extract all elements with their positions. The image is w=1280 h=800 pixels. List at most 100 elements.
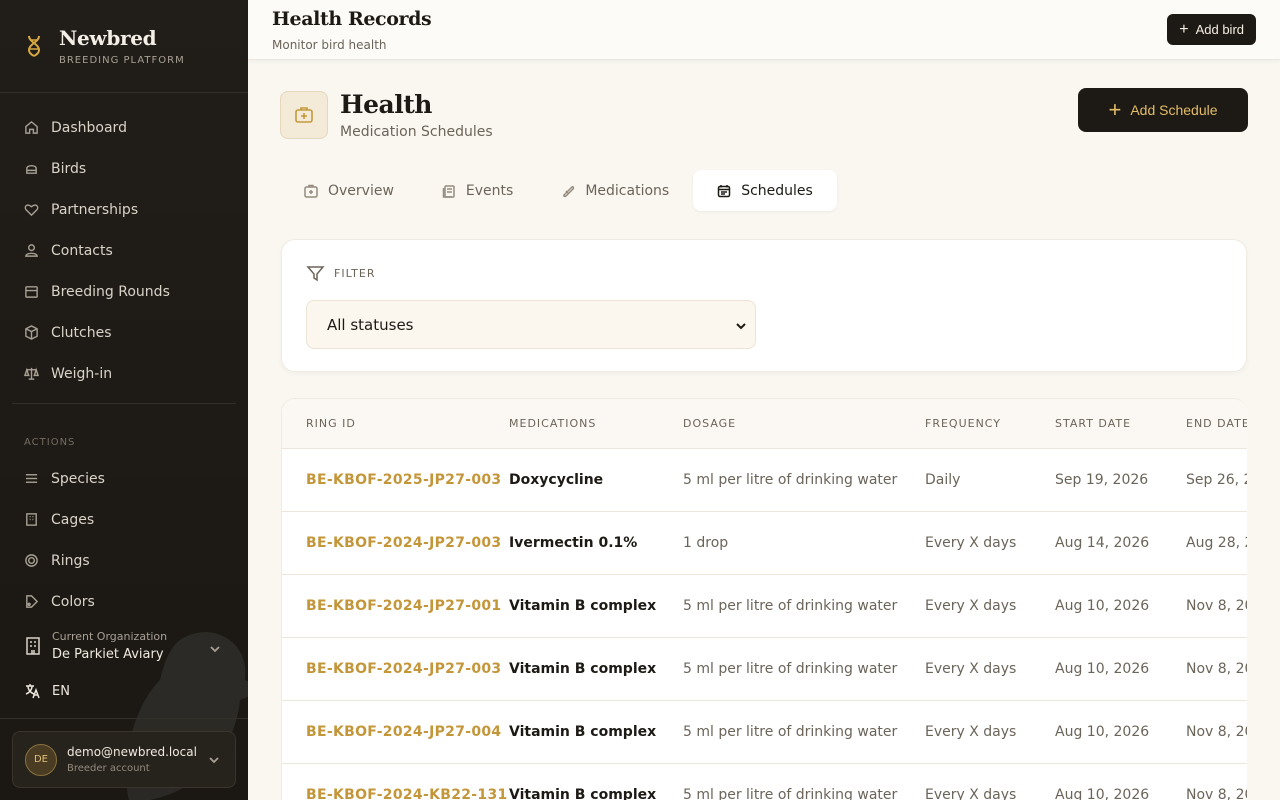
- dosage-cell: 5 ml per litre of drinking water: [683, 763, 925, 800]
- language-label: EN: [52, 683, 70, 699]
- sidebar-item-partnerships[interactable]: Partnerships: [0, 189, 248, 230]
- brand[interactable]: Newbred BREEDING PLATFORM: [0, 0, 248, 93]
- ring-icon: [25, 554, 38, 567]
- end-date-cell: Nov 8, 2026: [1186, 637, 1247, 701]
- language-switcher[interactable]: EN: [24, 682, 70, 700]
- column-header-start-date[interactable]: START DATE: [1055, 399, 1186, 449]
- add-schedule-button[interactable]: + Add Schedule: [1078, 88, 1248, 132]
- actions-section-label: ACTIONS: [24, 437, 76, 448]
- filter-card: FILTER All statuses: [281, 239, 1247, 372]
- frequency-cell: Every X days: [925, 763, 1055, 800]
- medication-cell: Vitamin B complex: [509, 700, 683, 764]
- chevron-down-icon: [209, 757, 219, 764]
- contacts-icon: [25, 244, 38, 257]
- sidebar-item-weigh-in[interactable]: Weigh-in: [0, 353, 248, 394]
- page-subtitle: Medication Schedules: [340, 124, 493, 140]
- medkit-icon: [280, 91, 328, 139]
- home-icon: [25, 120, 38, 134]
- medkit-glyph-icon: [295, 107, 313, 123]
- ring-id-link[interactable]: BE-KBOF-2024-JP27-001: [282, 574, 509, 638]
- clipboard-icon: [442, 184, 455, 198]
- sidebar: Newbred BREEDING PLATFORM Dashboard Bird…: [0, 0, 248, 800]
- sidebar-item-label: Partnerships: [51, 201, 139, 218]
- ring-id-link[interactable]: BE-KBOF-2024-JP27-003: [282, 511, 509, 575]
- table-row[interactable]: BE-KBOF-2024-JP27-003 Ivermectin 0.1% 1 …: [282, 511, 1247, 575]
- medication-cell: Doxycycline: [509, 448, 683, 512]
- tab-events[interactable]: Events: [418, 170, 537, 211]
- sidebar-item-contacts[interactable]: Contacts: [0, 230, 248, 271]
- medkit-icon: [304, 184, 318, 198]
- brand-subtitle: BREEDING PLATFORM: [59, 55, 185, 66]
- org-name: De Parkiet Aviary: [52, 647, 164, 662]
- ring-id-link[interactable]: BE-KBOF-2024-KB22-131: [282, 763, 509, 800]
- start-date-cell: Sep 19, 2026: [1055, 448, 1186, 512]
- sidebar-item-label: Rings: [51, 552, 90, 569]
- sidebar-item-label: Dashboard: [51, 119, 127, 136]
- status-filter-select[interactable]: All statuses: [306, 300, 756, 349]
- column-header-dosage[interactable]: DOSAGE: [683, 399, 925, 449]
- end-date-cell: Sep 26, 2026: [1186, 448, 1247, 512]
- table-row[interactable]: BE-KBOF-2024-KB22-131 Vitamin B complex …: [282, 763, 1247, 800]
- tab-label: Events: [465, 182, 514, 199]
- sidebar-item-clutches[interactable]: Clutches: [0, 312, 248, 353]
- dosage-cell: 1 drop: [683, 511, 925, 575]
- chevron-down-icon: [210, 646, 220, 653]
- table-header-row: RING ID MEDICATIONS DOSAGE FREQUENCY STA…: [282, 399, 1247, 449]
- sidebar-actions: Species Cages Rings Colors: [0, 458, 248, 622]
- add-bird-button[interactable]: + Add bird: [1167, 14, 1256, 45]
- sidebar-item-cages[interactable]: Cages: [0, 499, 248, 540]
- column-header-medications[interactable]: MEDICATIONS: [509, 399, 683, 449]
- tab-label: Overview: [328, 182, 394, 199]
- user-menu[interactable]: DE demo@newbred.local Breeder account: [12, 731, 236, 788]
- column-header-end-date[interactable]: END DATE: [1186, 399, 1247, 449]
- sidebar-item-birds[interactable]: Birds: [0, 148, 248, 189]
- bird-icon: [26, 164, 37, 174]
- table-row[interactable]: BE-KBOF-2024-JP27-001 Vitamin B complex …: [282, 574, 1247, 638]
- box-icon: [25, 325, 38, 340]
- page-header-subtitle: Monitor bird health: [272, 38, 387, 52]
- ring-id-link[interactable]: BE-KBOF-2024-JP27-004: [282, 700, 509, 764]
- ring-id-link[interactable]: BE-KBOF-2024-JP27-003: [282, 637, 509, 701]
- sidebar-item-dashboard[interactable]: Dashboard: [0, 107, 248, 148]
- table-row[interactable]: BE-KBOF-2025-JP27-003 Doxycycline 5 ml p…: [282, 448, 1247, 512]
- table-row[interactable]: BE-KBOF-2024-JP27-004 Vitamin B complex …: [282, 700, 1247, 764]
- sidebar-item-label: Colors: [51, 593, 95, 610]
- calendar-icon: [25, 286, 38, 298]
- ring-id-link[interactable]: BE-KBOF-2025-JP27-003: [282, 448, 509, 512]
- sidebar-item-rings[interactable]: Rings: [0, 540, 248, 581]
- calendar-icon: [717, 184, 731, 197]
- column-header-frequency[interactable]: FREQUENCY: [925, 399, 1055, 449]
- medication-cell: Ivermectin 0.1%: [509, 511, 683, 575]
- medication-cell: Vitamin B complex: [509, 574, 683, 638]
- frequency-cell: Every X days: [925, 700, 1055, 764]
- sidebar-item-species[interactable]: Species: [0, 458, 248, 499]
- add-schedule-label: Add Schedule: [1130, 102, 1218, 118]
- tab-schedules[interactable]: Schedules: [693, 170, 837, 211]
- page-title: Health: [340, 90, 432, 119]
- table-row[interactable]: BE-KBOF-2024-JP27-003 Vitamin B complex …: [282, 637, 1247, 701]
- plus-icon: +: [1108, 97, 1122, 122]
- sidebar-item-label: Contacts: [51, 242, 113, 259]
- brand-name: Newbred: [59, 26, 157, 50]
- palette-icon: [26, 595, 39, 608]
- dna-logo-icon: [27, 35, 41, 57]
- frequency-cell: Every X days: [925, 574, 1055, 638]
- dosage-cell: 5 ml per litre of drinking water: [683, 448, 925, 512]
- sidebar-divider: [0, 718, 248, 719]
- start-date-cell: Aug 14, 2026: [1055, 511, 1186, 575]
- tab-label: Medications: [585, 182, 670, 199]
- building-icon: [26, 513, 37, 526]
- chevron-down-icon: [736, 323, 746, 330]
- tab-medications[interactable]: Medications: [537, 170, 693, 211]
- end-date-cell: Nov 8, 2026: [1186, 574, 1247, 638]
- tab-overview[interactable]: Overview: [280, 170, 418, 211]
- schedules-table-card: RING ID MEDICATIONS DOSAGE FREQUENCY STA…: [281, 398, 1247, 800]
- filter-header: FILTER: [306, 264, 376, 283]
- column-header-ring-id[interactable]: RING ID: [282, 399, 509, 449]
- organization-switcher[interactable]: Current Organization De Parkiet Aviary: [24, 630, 224, 662]
- user-role: Breeder account: [67, 763, 150, 774]
- tab-label: Schedules: [741, 182, 813, 199]
- topbar: Health Records Monitor bird health + Add…: [248, 0, 1280, 60]
- scale-icon: [24, 367, 39, 380]
- sidebar-item-breeding-rounds[interactable]: Breeding Rounds: [0, 271, 248, 312]
